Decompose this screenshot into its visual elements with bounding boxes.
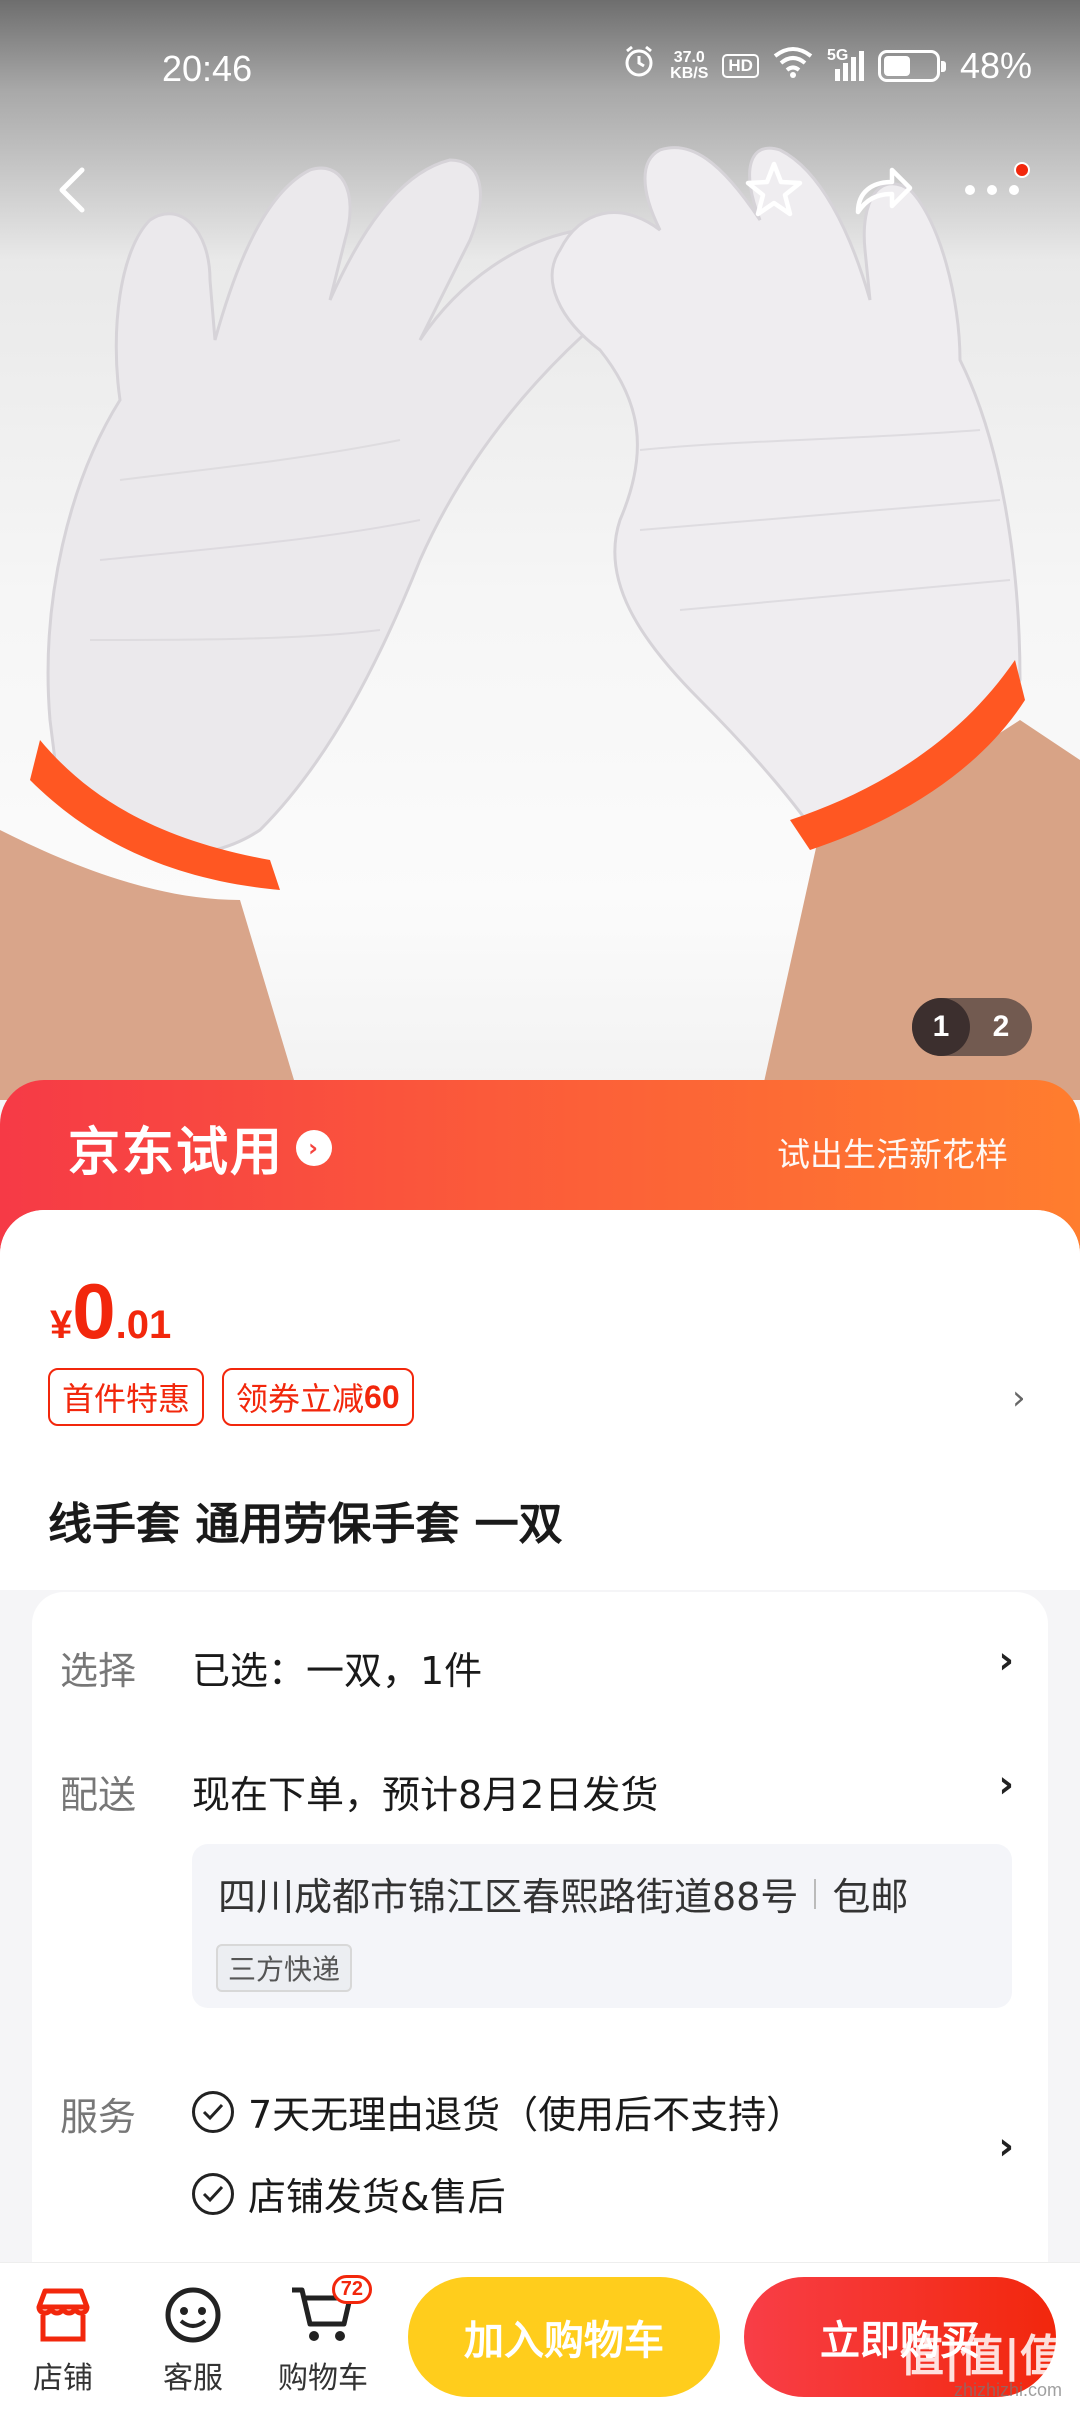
signal-icon: 5G (827, 47, 864, 81)
shop-label: 店铺 (33, 2361, 93, 2396)
more-button[interactable] (952, 150, 1032, 230)
product-card: ¥0.01 首件特惠 领券立减 60 › 线手套 通用劳保手套 一双 选择 已选：… (0, 1210, 1080, 2412)
address-box[interactable]: 四川成都市锦江区春熙路街道88号 包邮 三方快递 (192, 1844, 1012, 2008)
wifi-icon (773, 45, 813, 87)
cart-button[interactable]: 72 购物车 (268, 2275, 378, 2397)
courier-chip: 三方快递 (216, 1944, 353, 1992)
net-speed-value: 37.0 (673, 48, 705, 66)
watermark-logo: 值|值|值 (899, 2331, 1064, 2382)
net-speed: 37.0 KB/S (670, 48, 709, 82)
address-text: 四川成都市锦江区春熙路街道88号 (218, 1875, 799, 1919)
back-button[interactable] (32, 150, 112, 230)
tag-coupon[interactable]: 领券立减 60 (222, 1368, 414, 1426)
pager-total: 2 (992, 1010, 1010, 1043)
chat-icon (138, 2277, 248, 2353)
selection-label: 选择 (60, 1649, 137, 1693)
service-button-label: 客服 (163, 2361, 223, 2396)
share-icon (855, 167, 913, 215)
price: ¥0.01 (50, 1266, 171, 1357)
trial-brand-text: 京东试用 (68, 1123, 285, 1183)
promo-tags[interactable]: 首件特惠 领券立减 60 (48, 1368, 414, 1426)
promo-chevron-right-icon[interactable]: › (1012, 1378, 1026, 1418)
alarm-icon (622, 44, 656, 87)
selection-chevron-right-icon[interactable]: › (998, 1638, 1014, 1682)
chevron-right-circle-icon: › (296, 1129, 333, 1166)
shop-icon (8, 2277, 118, 2353)
star-icon (745, 161, 803, 217)
service-item-text: 7天无理由退货（使用后不支持） (248, 2093, 805, 2137)
cart-icon: 72 (268, 2275, 378, 2353)
image-pager: 1 2 (912, 998, 1032, 1056)
check-circle-icon (192, 2090, 234, 2133)
chevron-left-icon (59, 167, 85, 213)
price-symbol: ¥ (50, 1303, 73, 1347)
delivery-value[interactable]: 现在下单，预计8月2日发货 (192, 1764, 658, 1819)
battery-percent: 48% (959, 44, 1032, 86)
delivery-label: 配送 (60, 1773, 137, 1817)
net-speed-unit: KB/S (670, 64, 709, 82)
more-dots-icon (965, 185, 1019, 195)
trial-brand[interactable]: 京东试用 › (68, 1110, 333, 1185)
watermark-domain: zhizhizhi.com (953, 2380, 1062, 2400)
trial-slogan: 试出生活新花样 (777, 1135, 1008, 1174)
shipping-text: 包邮 (832, 1875, 909, 1919)
add-to-cart-button[interactable]: 加入购物车 (408, 2277, 720, 2397)
service-label: 服务 (60, 2095, 137, 2139)
share-button[interactable] (842, 150, 922, 230)
service-item: 店铺发货&售后 (192, 2166, 506, 2221)
cart-label: 购物车 (278, 2361, 368, 2396)
service-item-text: 店铺发货&售后 (248, 2175, 506, 2219)
price-section: ¥0.01 首件特惠 领券立减 60 › 线手套 通用劳保手套 一双 (0, 1210, 1080, 1590)
address-line: 四川成都市锦江区春熙路街道88号 包邮 (218, 1866, 908, 1921)
service-item: 7天无理由退货（使用后不支持） (192, 2084, 804, 2139)
favorite-button[interactable] (734, 150, 814, 230)
check-circle-icon (192, 2172, 234, 2215)
product-title: 线手套 通用劳保手套 一双 (48, 1499, 563, 1550)
coupon-amount: 60 (364, 1378, 400, 1415)
customer-service-button[interactable]: 客服 (138, 2277, 248, 2397)
hd-badge: HD (722, 53, 759, 78)
price-decimal: .01 (115, 1303, 172, 1347)
status-bar: 20:46 37.0 KB/S HD 5G 48% (0, 0, 1080, 140)
pager-current: 1 (912, 998, 970, 1056)
network-type: 5G (826, 46, 849, 64)
price-integer: 0 (72, 1267, 116, 1355)
service-chevron-right-icon[interactable]: › (998, 2124, 1014, 2168)
delivery-chevron-right-icon[interactable]: › (998, 1762, 1014, 1806)
battery-icon (877, 49, 946, 82)
shop-button[interactable]: 店铺 (8, 2277, 118, 2397)
coupon-prefix: 领券立减 (236, 1380, 365, 1418)
selection-value[interactable]: 已选：一双，1件 (192, 1640, 482, 1695)
notification-dot (1014, 162, 1030, 178)
status-time: 20:46 (162, 48, 253, 89)
tag-first-purchase[interactable]: 首件特惠 (48, 1368, 205, 1426)
cart-count-badge: 72 (331, 2275, 372, 2304)
divider (814, 1878, 817, 1909)
